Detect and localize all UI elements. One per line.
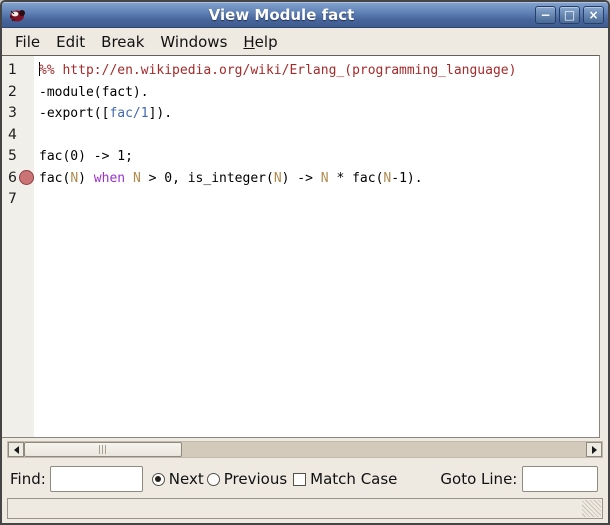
line-number: 1 xyxy=(8,60,34,82)
line-number: 2 xyxy=(8,82,34,104)
match-case-checkbox[interactable] xyxy=(293,473,306,486)
code-token: fac(0) -> 1; xyxy=(39,149,133,164)
thumb-grip-icon xyxy=(99,445,107,454)
view-module-window: View Module fact − □ × File Edit Break W… xyxy=(0,0,610,525)
code-line xyxy=(39,125,599,147)
code-token: ]). xyxy=(149,106,172,121)
next-label[interactable]: Next xyxy=(169,470,204,488)
code-token: N xyxy=(133,171,141,186)
line-number: 5 xyxy=(8,146,34,168)
code-lines[interactable]: %% http://en.wikipedia.org/wiki/Erlang_(… xyxy=(34,56,599,437)
code-line: -module(fact). xyxy=(39,82,599,104)
menu-bar: File Edit Break Windows Help xyxy=(2,28,608,55)
code-token: fac( xyxy=(39,171,70,186)
code-token: when xyxy=(94,171,125,186)
line-number: 3 xyxy=(8,103,34,125)
code-token: N xyxy=(321,171,329,186)
source-view[interactable]: 1234567 %% http://en.wikipedia.org/wiki/… xyxy=(2,55,600,438)
status-bar xyxy=(7,498,603,519)
scrollbar-thumb[interactable] xyxy=(24,442,182,457)
previous-label[interactable]: Previous xyxy=(224,470,287,488)
goto-line-label: Goto Line: xyxy=(440,470,517,488)
code-line: fac(0) -> 1; xyxy=(39,146,599,168)
line-number: 7 xyxy=(8,189,34,211)
window-controls: − □ × xyxy=(535,6,604,24)
find-input[interactable] xyxy=(50,466,143,492)
next-radio[interactable] xyxy=(152,473,165,486)
code-token: fac/1 xyxy=(109,106,148,121)
goto-line-input[interactable] xyxy=(522,466,598,492)
find-bar: Find: Next Previous Match Case Goto Line… xyxy=(2,460,608,498)
code-token: %% http://en.wikipedia.org/wiki/Erlang_(… xyxy=(39,63,516,78)
code-token: -export([ xyxy=(39,106,109,121)
line-number: 4 xyxy=(8,125,34,147)
code-line: -export([fac/1]). xyxy=(39,103,599,125)
code-token: ) xyxy=(78,171,94,186)
breakpoint-marker[interactable] xyxy=(19,170,34,185)
menu-break[interactable]: Break xyxy=(93,31,152,53)
arrow-left-icon xyxy=(14,446,19,454)
code-token: -module(fact). xyxy=(39,85,149,100)
code-token xyxy=(125,171,133,186)
arrow-right-icon xyxy=(592,446,597,454)
menu-edit[interactable]: Edit xyxy=(48,31,93,53)
menu-file[interactable]: File xyxy=(7,31,48,53)
previous-radio[interactable] xyxy=(207,473,220,486)
maximize-icon[interactable]: □ xyxy=(559,6,580,24)
code-token: * fac( xyxy=(329,171,384,186)
menu-help[interactable]: Help xyxy=(235,31,285,53)
code-token: N xyxy=(274,171,282,186)
window-title: View Module fact xyxy=(28,6,535,24)
code-token: ) -> xyxy=(282,171,321,186)
code-token: > 0, is_integer( xyxy=(141,171,274,186)
code-line: %% http://en.wikipedia.org/wiki/Erlang_(… xyxy=(39,60,599,82)
find-label: Find: xyxy=(10,470,46,488)
line-number-gutter: 1234567 xyxy=(2,56,34,437)
minimize-icon[interactable]: − xyxy=(535,6,556,24)
resize-grip-icon[interactable] xyxy=(582,500,601,517)
close-icon[interactable]: × xyxy=(583,6,604,24)
code-line xyxy=(39,189,599,211)
menu-windows[interactable]: Windows xyxy=(152,31,235,53)
match-case-label[interactable]: Match Case xyxy=(310,470,397,488)
title-bar: View Module fact − □ × xyxy=(2,2,608,28)
scroll-left-button[interactable] xyxy=(8,442,24,457)
scrollbar-track[interactable] xyxy=(182,442,586,457)
code-line: fac(N) when N > 0, is_integer(N) -> N * … xyxy=(39,168,599,190)
code-token: N xyxy=(70,171,78,186)
scroll-right-button[interactable] xyxy=(586,442,602,457)
horizontal-scrollbar[interactable] xyxy=(7,441,603,458)
debugger-bug-icon xyxy=(8,5,28,25)
code-token: -1). xyxy=(391,171,422,186)
